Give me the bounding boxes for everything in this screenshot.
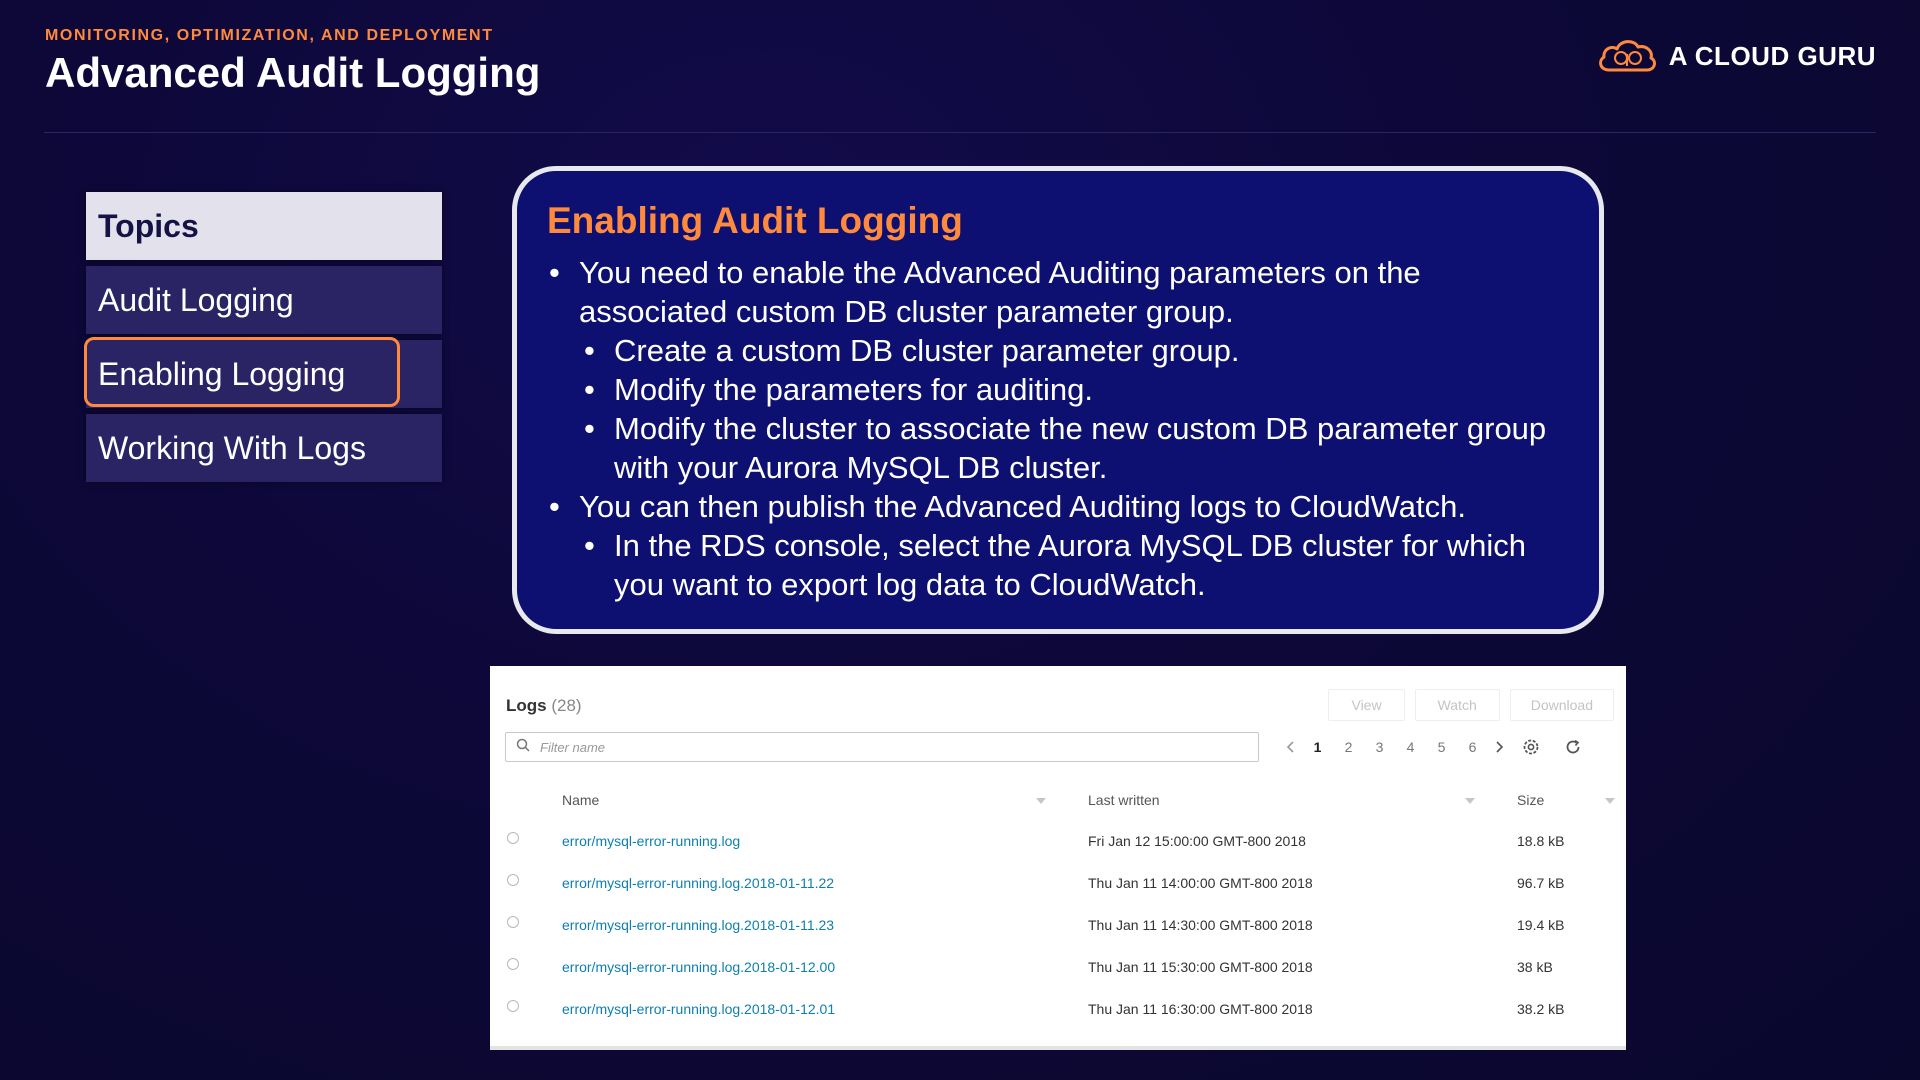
filter-box[interactable] (505, 732, 1259, 762)
logs-title: Logs (28) (506, 696, 582, 716)
column-size[interactable]: Size (1517, 792, 1544, 808)
table-row: error/mysql-error-running.log.2018-01-12… (490, 947, 1626, 989)
sub-bullet-item: Modify the cluster to associate the new … (547, 409, 1569, 487)
next-page-icon[interactable] (1488, 740, 1510, 754)
page-4[interactable]: 4 (1395, 739, 1426, 755)
sidebar-item-label: Audit Logging (98, 281, 294, 318)
log-name-link[interactable]: error/mysql-error-running.log.2018-01-12… (562, 959, 835, 975)
cloud-logo-icon (1595, 36, 1659, 76)
table-row: error/mysql-error-running.log.2018-01-11… (490, 905, 1626, 947)
sidebar-item-working-with-logs[interactable]: Working With Logs (86, 414, 442, 482)
refresh-icon[interactable] (1552, 738, 1594, 756)
row-radio[interactable] (507, 832, 519, 844)
prev-page-icon[interactable] (1280, 740, 1302, 754)
settings-gear-icon[interactable] (1510, 738, 1552, 756)
download-button[interactable]: Download (1509, 689, 1614, 721)
filter-name-input[interactable] (538, 738, 1142, 756)
logs-panel: Logs (28) View Watch Download 1 2 3 4 5 … (490, 666, 1626, 1050)
log-last-written: Thu Jan 11 16:30:00 GMT-800 2018 (1088, 1001, 1313, 1017)
page-2[interactable]: 2 (1333, 739, 1364, 755)
table-row: error/mysql-error-running.log.2018-01-11… (490, 863, 1626, 905)
log-name-link[interactable]: error/mysql-error-running.log (562, 833, 740, 849)
log-last-written: Thu Jan 11 14:30:00 GMT-800 2018 (1088, 917, 1313, 933)
brand: A CLOUD GURU (1595, 36, 1876, 76)
sub-bullet-item: In the RDS console, select the Aurora My… (547, 526, 1569, 604)
bullet-list: You need to enable the Advanced Auditing… (547, 253, 1569, 604)
page-1[interactable]: 1 (1302, 739, 1333, 755)
row-radio[interactable] (507, 916, 519, 928)
log-size: 38 kB (1517, 959, 1553, 975)
logs-table: Name Last written Size error/mysql-error… (490, 781, 1626, 1031)
content-card: Enabling Audit Logging You need to enabl… (512, 166, 1604, 634)
sidebar-item-label: Enabling Logging (98, 355, 346, 392)
logs-actions: View Watch Download (1328, 689, 1614, 721)
pagination: 1 2 3 4 5 6 (1280, 732, 1594, 762)
panel-bottom-rule (490, 1046, 1626, 1050)
bullet-item: You need to enable the Advanced Auditing… (547, 253, 1569, 331)
log-size: 19.4 kB (1517, 917, 1565, 933)
log-name-link[interactable]: error/mysql-error-running.log.2018-01-12… (562, 1001, 835, 1017)
sidebar-item-audit-logging[interactable]: Audit Logging (86, 266, 442, 334)
sidebar-item-enabling-logging[interactable]: Enabling Logging (84, 337, 442, 408)
search-icon (516, 738, 530, 757)
sort-caret-icon[interactable] (1036, 798, 1046, 804)
header: MONITORING, OPTIMIZATION, AND DEPLOYMENT… (45, 26, 540, 98)
table-row: error/mysql-error-running.log Fri Jan 12… (490, 821, 1626, 863)
brand-name: A CLOUD GURU (1668, 40, 1876, 71)
log-size: 96.7 kB (1517, 875, 1565, 891)
log-size: 38.2 kB (1517, 1001, 1565, 1017)
header-divider (44, 132, 1876, 133)
table-row: error/mysql-error-running.log.2018-01-12… (490, 989, 1626, 1031)
table-header: Name Last written Size (490, 781, 1626, 821)
log-last-written: Thu Jan 11 15:30:00 GMT-800 2018 (1088, 959, 1313, 975)
column-last-written[interactable]: Last written (1088, 792, 1160, 808)
content-heading: Enabling Audit Logging (547, 200, 963, 241)
logs-title-text: Logs (506, 696, 547, 715)
row-radio[interactable] (507, 958, 519, 970)
page-6[interactable]: 6 (1457, 739, 1488, 755)
sort-caret-icon[interactable] (1465, 798, 1475, 804)
page-3[interactable]: 3 (1364, 739, 1395, 755)
column-name[interactable]: Name (562, 792, 599, 808)
log-name-link[interactable]: error/mysql-error-running.log.2018-01-11… (562, 917, 834, 933)
view-button[interactable]: View (1328, 689, 1405, 721)
sub-bullet-item: Create a custom DB cluster parameter gro… (547, 331, 1569, 370)
log-last-written: Fri Jan 12 15:00:00 GMT-800 2018 (1088, 833, 1306, 849)
sort-caret-icon[interactable] (1605, 798, 1615, 804)
watch-button[interactable]: Watch (1414, 689, 1500, 721)
logs-count: (28) (551, 696, 582, 715)
page-title: Advanced Audit Logging (45, 49, 541, 96)
sub-bullet-item: Modify the parameters for auditing. (547, 370, 1569, 409)
row-radio[interactable] (507, 874, 519, 886)
topics-header: Topics (86, 192, 442, 260)
topics-sidebar: Topics Audit Logging Enabling Logging Wo… (84, 192, 446, 488)
row-radio[interactable] (507, 1000, 519, 1012)
sidebar-item-label: Working With Logs (98, 429, 366, 466)
section-label: MONITORING, OPTIMIZATION, AND DEPLOYMENT (45, 27, 494, 44)
log-name-link[interactable]: error/mysql-error-running.log.2018-01-11… (562, 875, 834, 891)
log-size: 18.8 kB (1517, 833, 1565, 849)
bullet-item: You can then publish the Advanced Auditi… (547, 487, 1569, 526)
log-last-written: Thu Jan 11 14:00:00 GMT-800 2018 (1088, 875, 1313, 891)
page-5[interactable]: 5 (1426, 739, 1457, 755)
